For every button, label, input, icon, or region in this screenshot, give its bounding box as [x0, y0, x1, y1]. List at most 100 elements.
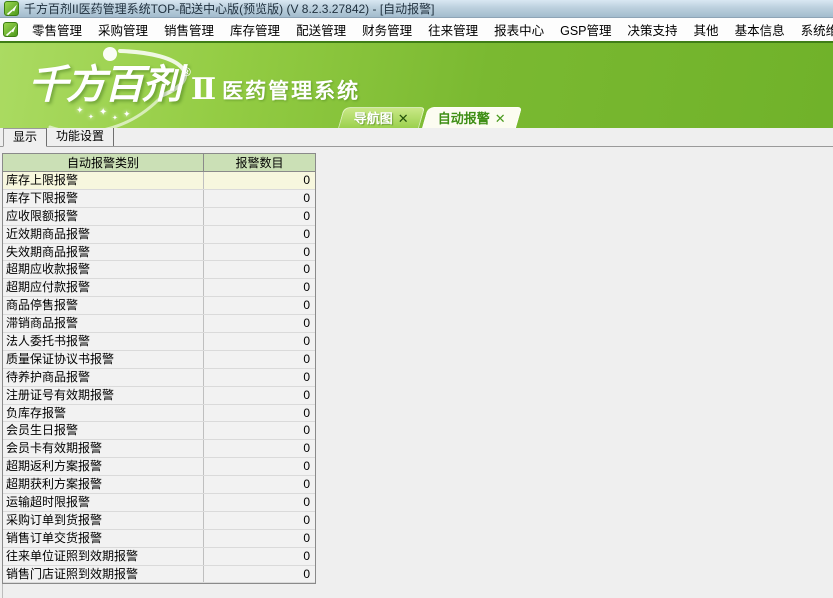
menu-item-GSP管理[interactable]: GSP管理	[552, 17, 619, 42]
table-row[interactable]: 滞销商品报警0	[3, 315, 315, 333]
alarm-table: 自动报警类别 报警数目 库存上限报警0库存下限报警0应收限额报警0近效期商品报警…	[2, 153, 316, 584]
table-row[interactable]: 失效期商品报警0	[3, 244, 315, 262]
alarm-category-cell: 商品停售报警	[3, 297, 204, 314]
table-row[interactable]: 应收限额报警0	[3, 208, 315, 226]
table-row[interactable]: 负库存报警0	[3, 405, 315, 423]
table-row[interactable]: 运输超时限报警0	[3, 494, 315, 512]
menu-item-库存管理[interactable]: 库存管理	[222, 17, 288, 42]
alarm-count-cell: 0	[204, 315, 315, 332]
menu-item-往来管理[interactable]: 往来管理	[420, 17, 486, 42]
table-row[interactable]: 近效期商品报警0	[3, 226, 315, 244]
alarm-count-cell: 0	[204, 369, 315, 386]
alarm-category-cell: 注册证号有效期报警	[3, 387, 204, 404]
alarm-count-cell: 0	[204, 244, 315, 261]
alarm-category-cell: 销售订单交货报警	[3, 530, 204, 547]
alarm-category-cell: 采购订单到货报警	[3, 512, 204, 529]
logo-numeral: Ⅱ	[191, 75, 216, 105]
alarm-count-cell: 0	[204, 190, 315, 207]
view-tab-显示[interactable]: 显示	[3, 128, 47, 147]
table-row[interactable]: 超期应付款报警0	[3, 279, 315, 297]
alarm-count-cell: 0	[204, 405, 315, 422]
alarm-count-cell: 0	[204, 351, 315, 368]
table-row[interactable]: 待养护商品报警0	[3, 369, 315, 387]
column-header-count[interactable]: 报警数目	[204, 154, 315, 171]
table-row[interactable]: 销售订单交货报警0	[3, 530, 315, 548]
menu-item-销售管理[interactable]: 销售管理	[156, 17, 222, 42]
alarm-count-cell: 0	[204, 172, 315, 189]
alarm-count-cell: 0	[204, 387, 315, 404]
alarm-count-cell: 0	[204, 548, 315, 565]
doc-tab-自动报警[interactable]: 自动报警 ✕	[422, 107, 522, 128]
column-header-category[interactable]: 自动报警类别	[3, 154, 204, 171]
menu-item-采购管理[interactable]: 采购管理	[90, 17, 156, 42]
alarm-category-cell: 超期应收款报警	[3, 261, 204, 278]
alarm-category-cell: 会员生日报警	[3, 422, 204, 439]
alarm-table-body: 库存上限报警0库存下限报警0应收限额报警0近效期商品报警0失效期商品报警0超期应…	[3, 172, 315, 583]
table-row[interactable]: 注册证号有效期报警0	[3, 387, 315, 405]
menu-item-基本信息[interactable]: 基本信息	[727, 17, 793, 42]
table-row[interactable]: 商品停售报警0	[3, 297, 315, 315]
alarm-count-cell: 0	[204, 530, 315, 547]
table-row[interactable]: 会员卡有效期报警0	[3, 440, 315, 458]
tab-close-icon[interactable]: ✕	[495, 112, 506, 125]
app-logo: 千方百剂 ® Ⅱ 医药管理系统	[28, 65, 360, 105]
alarm-count-cell: 0	[204, 458, 315, 475]
table-row[interactable]: 法人委托书报警0	[3, 333, 315, 351]
alarm-category-cell: 库存下限报警	[3, 190, 204, 207]
alarm-count-cell: 0	[204, 333, 315, 350]
alarm-category-cell: 负库存报警	[3, 405, 204, 422]
sparkle-icon: ✦	[112, 114, 118, 122]
table-row[interactable]: 超期返利方案报警0	[3, 458, 315, 476]
app-window: 千方百剂II医药管理系统TOP-配送中心版(预览版) (V 8.2.3.2784…	[0, 0, 833, 598]
view-tab-功能设置[interactable]: 功能设置	[47, 128, 114, 146]
view-tab-bar: 显示功能设置	[0, 128, 833, 147]
menu-item-其他[interactable]: 其他	[686, 17, 727, 42]
table-row[interactable]: 销售门店证照到效期报警0	[3, 566, 315, 584]
alarm-category-cell: 超期获利方案报警	[3, 476, 204, 493]
titlebar: 千方百剂II医药管理系统TOP-配送中心版(预览版) (V 8.2.3.2784…	[0, 0, 833, 18]
brand-banner: 千方百剂 ® Ⅱ 医药管理系统 ✦ ✦ ✦ ✦ ✦ 导航图✕自动报警✕	[0, 41, 833, 128]
window-title: 千方百剂II医药管理系统TOP-配送中心版(预览版) (V 8.2.3.2784…	[24, 0, 435, 17]
alarm-category-cell: 失效期商品报警	[3, 244, 204, 261]
table-row[interactable]: 往来单位证照到效期报警0	[3, 548, 315, 566]
menu-item-财务管理[interactable]: 财务管理	[354, 17, 420, 42]
alarm-category-cell: 超期返利方案报警	[3, 458, 204, 475]
table-row[interactable]: 质量保证协议书报警0	[3, 351, 315, 369]
sparkle-icon: ✦	[99, 107, 107, 118]
alarm-count-cell: 0	[204, 422, 315, 439]
menu-item-配送管理[interactable]: 配送管理	[288, 17, 354, 42]
menu-item-零售管理[interactable]: 零售管理	[24, 17, 90, 42]
menu-item-系统维护[interactable]: 系统维护	[793, 17, 833, 42]
content-area: 自动报警类别 报警数目 库存上限报警0库存下限报警0应收限额报警0近效期商品报警…	[0, 147, 833, 598]
alarm-count-cell: 0	[204, 279, 315, 296]
alarm-count-cell: 0	[204, 566, 315, 583]
alarm-count-cell: 0	[204, 208, 315, 225]
menu-item-决策支持[interactable]: 决策支持	[620, 17, 686, 42]
alarm-category-cell: 会员卡有效期报警	[3, 440, 204, 457]
menu-bar: 零售管理采购管理销售管理库存管理配送管理财务管理往来管理报表中心GSP管理决策支…	[0, 18, 833, 41]
menu-item-报表中心[interactable]: 报表中心	[486, 17, 552, 42]
app-logo-icon	[4, 1, 19, 16]
logo-main-text: 千方百剂	[28, 65, 180, 105]
table-row[interactable]: 采购订单到货报警0	[3, 512, 315, 530]
tab-close-icon[interactable]: ✕	[398, 112, 409, 125]
table-row[interactable]: 超期应收款报警0	[3, 261, 315, 279]
alarm-count-cell: 0	[204, 512, 315, 529]
app-logo-icon-small[interactable]	[3, 22, 18, 37]
alarm-category-cell: 往来单位证照到效期报警	[3, 548, 204, 565]
table-row[interactable]: 超期获利方案报警0	[3, 476, 315, 494]
registered-trademark-icon: ®	[182, 65, 191, 79]
table-row[interactable]: 库存上限报警0	[3, 172, 315, 190]
doc-tab-导航图[interactable]: 导航图✕	[338, 107, 425, 128]
alarm-count-cell: 0	[204, 226, 315, 243]
alarm-category-cell: 质量保证协议书报警	[3, 351, 204, 368]
table-row[interactable]: 库存下限报警0	[3, 190, 315, 208]
alarm-table-header: 自动报警类别 报警数目	[3, 154, 315, 172]
alarm-category-cell: 滞销商品报警	[3, 315, 204, 332]
table-row[interactable]: 会员生日报警0	[3, 422, 315, 440]
alarm-count-cell: 0	[204, 261, 315, 278]
sparkle-icon: ✦	[123, 109, 131, 120]
alarm-category-cell: 近效期商品报警	[3, 226, 204, 243]
alarm-count-cell: 0	[204, 494, 315, 511]
doc-tab-label: 自动报警	[438, 112, 490, 125]
